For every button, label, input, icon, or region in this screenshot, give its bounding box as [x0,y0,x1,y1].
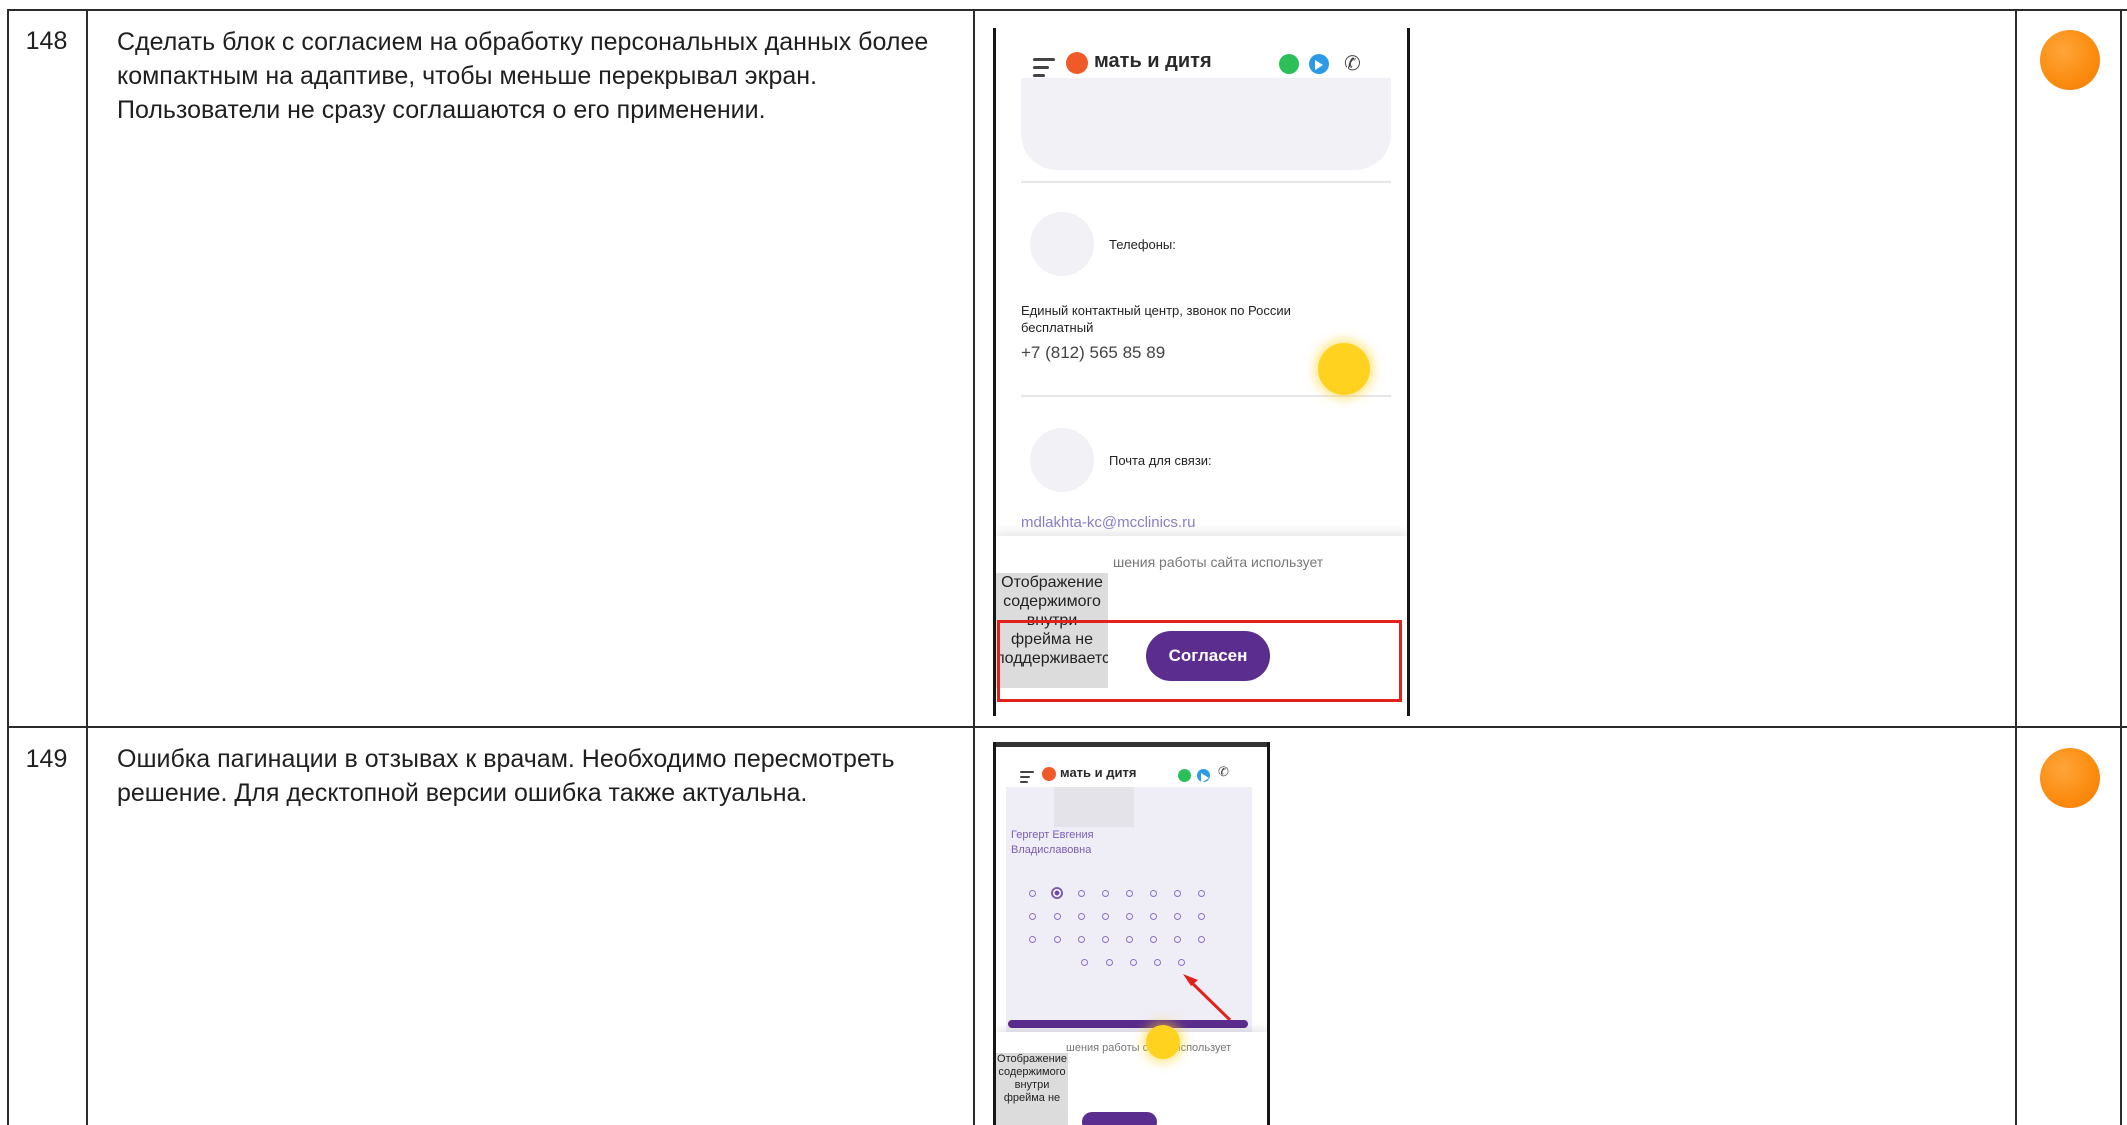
row-description: Сделать блок с согласием на обработку пе… [117,28,929,124]
cursor-highlight [1318,343,1370,395]
row-number: 149 [25,745,68,773]
email-section-icon [1030,428,1094,492]
column-separator [2015,9,2017,1125]
table-border-top [7,9,2127,11]
mobile-screenshot: мать и дитя ✆ Гергерт Евгения Владиславо… [993,742,1270,1125]
email-link[interactable]: mdlakhta-kc@mcclinics.ru [1021,514,1195,531]
row-description: Ошибка пагинации в отзывах к врачам. Нео… [117,745,895,807]
phone-icon: ✆ [1344,51,1361,75]
phones-label: Телефоны: [1109,237,1176,252]
divider [1021,395,1391,397]
cookie-consent-panel: шения работы сайта использует Отображени… [996,1032,1267,1125]
contact-center-text: Единый контактный центр, звонок по Росси… [1021,303,1291,335]
mobile-screenshot: мать и дитя ✆ Телефоны: Единый контактны… [993,28,1410,716]
row-separator [7,726,2127,728]
cursor-highlight [1146,1025,1180,1059]
table-border-right [2120,9,2122,1125]
status-indicator [2040,30,2100,90]
accept-button[interactable] [1082,1112,1157,1125]
email-label: Почта для связи: [1109,453,1212,468]
column-separator [86,9,88,1125]
iframe-placeholder: Отображение содержимого внутри фрейма не [996,1053,1068,1125]
status-indicator [2040,748,2100,808]
phone-number: +7 (812) 565 85 89 [1021,343,1166,362]
divider [1021,181,1391,183]
logo-icon [1066,52,1088,74]
accept-button[interactable]: Согласен [1146,631,1270,681]
cookie-consent-panel: шения работы сайта использует Отображени… [996,536,1407,716]
whatsapp-icon [1279,54,1299,74]
row-number: 148 [25,27,68,55]
table-border-left [7,9,9,1125]
column-separator [973,9,975,1125]
load-more-bar[interactable] [1008,1020,1248,1028]
phone-section-icon [1030,212,1094,276]
cookie-text: шения работы сайта использует [1113,554,1324,570]
logo-text: мать и дитя [1094,50,1212,72]
card-fragment [1021,78,1391,170]
telegram-icon [1309,54,1329,74]
